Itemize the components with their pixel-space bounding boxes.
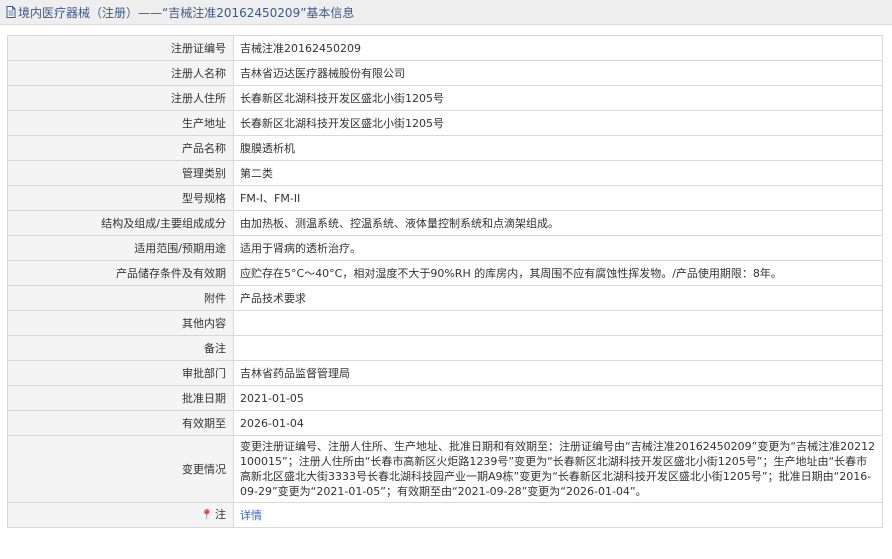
table-row: 型号规格 FM-I、FM-II: [7, 185, 883, 211]
table-row: 产品储存条件及有效期 应贮存在5°C～40°C，相对湿度不大于90%RH 的库房…: [7, 260, 883, 286]
row-label: 批准日期: [7, 385, 234, 411]
pin-icon: 📍: [200, 510, 213, 521]
row-value: 腹膜透析机: [233, 135, 883, 161]
table-row: 生产地址 长春新区北湖科技开发区盛北小街1205号: [7, 110, 883, 136]
row-label: 变更情况: [7, 435, 234, 503]
row-value: 2026-01-04: [233, 410, 883, 436]
row-label: 适用范围/预期用途: [7, 235, 234, 261]
table-row: 审批部门 吉林省药品监督管理局: [7, 360, 883, 386]
table-row: 备注: [7, 335, 883, 361]
table-row: 其他内容: [7, 310, 883, 336]
row-value: 第二类: [233, 160, 883, 186]
document-icon: [6, 6, 16, 18]
row-value: FM-I、FM-II: [233, 185, 883, 211]
row-label: 型号规格: [7, 185, 234, 211]
table-row: 注册人名称 吉林省迈达医疗器械股份有限公司: [7, 60, 883, 86]
row-label: 其他内容: [7, 310, 234, 336]
table-row: 产品名称 腹膜透析机: [7, 135, 883, 161]
row-value: 由加热板、测温系统、控温系统、液体量控制系统和点滴架组成。: [233, 210, 883, 236]
table-row: 有效期至 2026-01-04: [7, 410, 883, 436]
note-label: 注: [215, 508, 226, 521]
details-cell: 详情: [233, 502, 883, 528]
table-row: 批准日期 2021-01-05: [7, 385, 883, 411]
table-row: 附件 产品技术要求: [7, 285, 883, 311]
table-row: 管理类别 第二类: [7, 160, 883, 186]
info-table: 注册证编号 吉械注准20162450209 注册人名称 吉林省迈达医疗器械股份有…: [7, 35, 883, 528]
row-value: 2021-01-05: [233, 385, 883, 411]
change-history-value: 变更注册证编号、注册人住所、生产地址、批准日期和有效期至：注册证编号由“吉械注准…: [233, 435, 883, 503]
table-row: 📍 注 详情: [7, 502, 883, 528]
note-label-cell: 📍 注: [7, 502, 234, 528]
row-label: 管理类别: [7, 160, 234, 186]
row-label: 产品名称: [7, 135, 234, 161]
table-row: 结构及组成/主要组成成分 由加热板、测温系统、控温系统、液体量控制系统和点滴架组…: [7, 210, 883, 236]
table-row: 适用范围/预期用途 适用于肾病的透析治疗。: [7, 235, 883, 261]
row-label: 附件: [7, 285, 234, 311]
table-row: 注册人住所 长春新区北湖科技开发区盛北小街1205号: [7, 85, 883, 111]
row-label: 生产地址: [7, 110, 234, 136]
row-label: 备注: [7, 335, 234, 361]
row-value: [233, 335, 883, 361]
page-title-bar: 境内医疗器械（注册）——“吉械注准20162450209”基本信息: [0, 0, 892, 25]
details-link[interactable]: 详情: [240, 509, 262, 522]
row-value: [233, 310, 883, 336]
table-row: 变更情况 变更注册证编号、注册人住所、生产地址、批准日期和有效期至：注册证编号由…: [7, 435, 883, 503]
row-label: 注册人名称: [7, 60, 234, 86]
row-value: 适用于肾病的透析治疗。: [233, 235, 883, 261]
row-value: 应贮存在5°C～40°C，相对湿度不大于90%RH 的库房内，其周围不应有腐蚀性…: [233, 260, 883, 286]
row-value: 吉林省药品监督管理局: [233, 360, 883, 386]
table-row: 注册证编号 吉械注准20162450209: [7, 35, 883, 61]
row-label: 审批部门: [7, 360, 234, 386]
row-value: 产品技术要求: [233, 285, 883, 311]
row-label: 注册人住所: [7, 85, 234, 111]
row-value: 吉林省迈达医疗器械股份有限公司: [233, 60, 883, 86]
row-label: 结构及组成/主要组成成分: [7, 210, 234, 236]
row-value: 长春新区北湖科技开发区盛北小街1205号: [233, 85, 883, 111]
row-label: 有效期至: [7, 410, 234, 436]
row-label: 注册证编号: [7, 35, 234, 61]
row-value: 吉械注准20162450209: [233, 35, 883, 61]
row-label: 产品储存条件及有效期: [7, 260, 234, 286]
row-value: 长春新区北湖科技开发区盛北小街1205号: [233, 110, 883, 136]
page-title: 境内医疗器械（注册）——“吉械注准20162450209”基本信息: [18, 5, 355, 20]
